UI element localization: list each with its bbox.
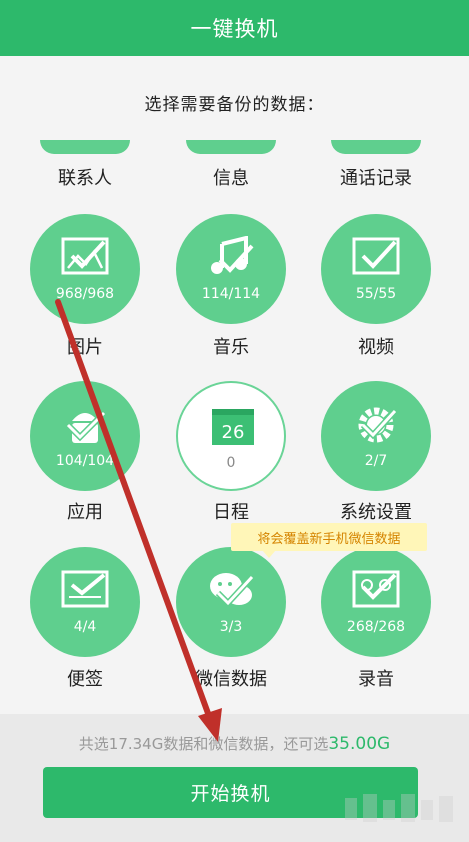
apps-count: 104/104 — [55, 453, 115, 469]
video-item[interactable]: 55/55 — [321, 214, 431, 324]
messages-circle-partial[interactable] — [186, 140, 276, 154]
instruction-text: 选择需要备份的数据： — [144, 95, 325, 115]
contacts-circle-partial[interactable] — [40, 140, 130, 154]
settings-label: 系统设置 — [340, 502, 412, 523]
tooltip-arrow — [262, 550, 276, 558]
apps-item[interactable]: 104/104 — [30, 381, 140, 491]
calendar-icon: 26 — [212, 409, 254, 445]
notes-label: 便签 — [67, 669, 103, 690]
music-item[interactable]: 114/114 — [176, 214, 286, 324]
messages-label[interactable]: 信息 — [151, 164, 311, 190]
gear-icon — [358, 407, 398, 443]
video-label: 视频 — [358, 337, 394, 358]
video-icon — [352, 237, 400, 275]
settings-item[interactable]: 2/7 — [321, 381, 431, 491]
recorder-count: 268/268 — [346, 619, 406, 635]
app-header: 一键换机 — [0, 0, 469, 56]
selection-summary-text: 共选17.34G数据和微信数据，还可选 — [78, 735, 329, 753]
apps-label: 应用 — [67, 502, 103, 523]
calendar-label: 日程 — [213, 502, 249, 523]
call-log-circle-partial[interactable] — [331, 140, 421, 154]
remaining-space: 35.00G — [328, 734, 391, 754]
photos-count: 968/968 — [55, 286, 115, 302]
android-icon — [65, 410, 107, 443]
contacts-label[interactable]: 联系人 — [5, 164, 165, 190]
selection-summary: 共选17.34G数据和微信数据，还可选35.00G — [0, 733, 469, 754]
video-count: 55/55 — [355, 286, 397, 302]
recorder-label: 录音 — [358, 669, 394, 690]
music-count: 114/114 — [201, 286, 261, 302]
music-label: 音乐 — [213, 337, 249, 358]
photos-label: 图片 — [67, 337, 103, 358]
notes-item[interactable]: 4/4 — [30, 547, 140, 657]
watermark-logo — [345, 794, 453, 822]
wechat-item[interactable]: 3/3 — [176, 547, 286, 657]
photos-item[interactable]: 968/968 — [30, 214, 140, 324]
notes-count: 4/4 — [73, 619, 97, 635]
music-icon — [211, 236, 254, 274]
recorder-item[interactable]: 268/268 — [321, 547, 431, 657]
wechat-icon — [210, 573, 255, 608]
calendar-item[interactable]: 26 0 — [176, 381, 286, 491]
recorder-icon — [352, 570, 400, 608]
wechat-label: 微信数据 — [195, 669, 267, 690]
wechat-count: 3/3 — [219, 619, 243, 635]
call-log-label[interactable]: 通话记录 — [296, 164, 456, 190]
image-icon — [61, 237, 109, 275]
page-title: 一键换机 — [190, 17, 279, 41]
calendar-day: 26 — [222, 422, 245, 443]
wechat-overwrite-tooltip: 将会覆盖新手机微信数据 — [231, 523, 427, 551]
settings-count: 2/7 — [364, 453, 388, 469]
calendar-count: 0 — [226, 455, 236, 471]
note-icon — [61, 570, 109, 608]
